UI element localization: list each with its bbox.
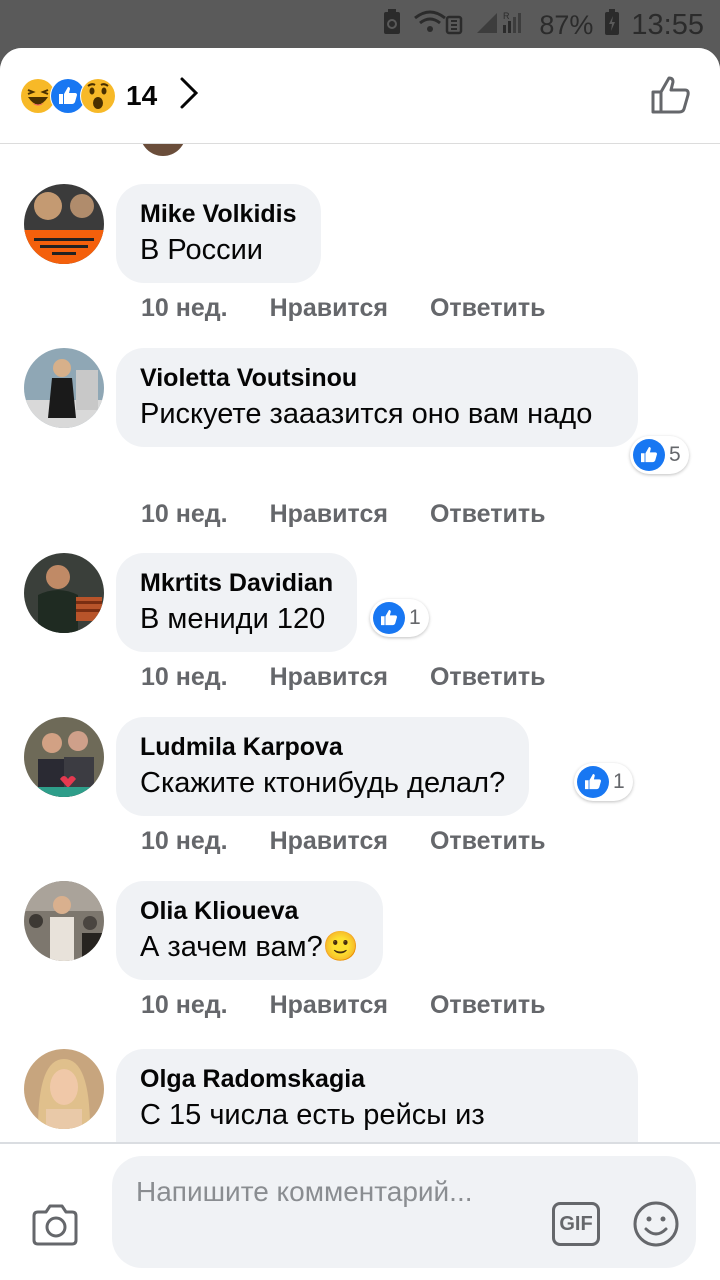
comment-time: 10 нед. — [141, 827, 228, 855]
comment-bubble[interactable]: Ludmila Karpova Скажите ктонибудь делал? — [116, 717, 530, 816]
recycle-notification-icon — [383, 8, 401, 42]
gif-button[interactable]: GIF — [552, 1202, 600, 1246]
comment-like-badge[interactable]: 5 — [630, 436, 689, 474]
reactions-summary[interactable]: 14 — [20, 76, 199, 115]
comment-like-badge[interactable]: 1 — [370, 599, 429, 637]
comment-author[interactable]: Olga Radomskagia — [140, 1063, 614, 1095]
comment-text: В России — [140, 234, 263, 266]
battery-charging-icon — [605, 8, 620, 42]
reaction-count: 14 — [126, 79, 158, 111]
like-link[interactable]: Нравится — [270, 294, 388, 323]
comment-text: В мениди 120 — [140, 603, 326, 635]
comment-author[interactable]: Olia Klioueva — [140, 895, 359, 927]
comment-time: 10 нед. — [141, 663, 228, 691]
avatar[interactable] — [24, 184, 104, 264]
status-icons: R 87% 13:55 — [383, 8, 704, 42]
comment-bubble[interactable]: Violetta Voutsinou Рискуете зааазится он… — [116, 348, 638, 447]
comment-time: 10 нед. — [141, 991, 228, 1019]
like-link[interactable]: Нравится — [270, 827, 388, 856]
reactions-header: 14 — [0, 48, 720, 144]
comment-bubble[interactable]: Olga Radomskagia С 15 числа есть рейсы и… — [116, 1049, 638, 1144]
like-count: 5 — [669, 443, 681, 466]
avatar[interactable] — [24, 717, 104, 797]
comment-input[interactable] — [112, 1156, 696, 1268]
comment-actions: 10 нед. Нравится Ответить — [141, 294, 545, 323]
comment-bubble[interactable]: Mike Volkidis В России — [116, 184, 321, 283]
reply-link[interactable]: Ответить — [430, 827, 546, 856]
reply-link[interactable]: Ответить — [430, 500, 546, 529]
comment-author[interactable]: Mike Volkidis — [140, 198, 297, 230]
status-bar: R 87% 13:55 — [0, 0, 720, 48]
camera-button[interactable] — [30, 1204, 80, 1251]
clock: 13:55 — [631, 8, 704, 41]
comment-list: Mike Volkidis В России 10 нед. Нравится … — [0, 144, 720, 1144]
comment-actions: 10 нед. Нравится Ответить — [141, 827, 545, 856]
comment-text: С 15 числа есть рейсы из — [140, 1099, 485, 1131]
avatar[interactable] — [24, 348, 104, 428]
comments-sheet: 14 Mike Volkidis В России 10 нед. Нравит… — [0, 48, 720, 1280]
comment-actions: 10 нед. Нравится Ответить — [141, 991, 545, 1020]
like-post-button[interactable] — [650, 74, 692, 121]
smiley-emoji: 🙂 — [322, 931, 359, 963]
chevron-right-icon — [179, 76, 199, 115]
like-reaction-icon — [633, 439, 665, 471]
comment-actions: 10 нед. Нравится Ответить — [141, 663, 545, 692]
like-link[interactable]: Нравится — [270, 991, 388, 1020]
comment-author[interactable]: Violetta Voutsinou — [140, 362, 614, 394]
thumbs-up-outline-icon — [651, 76, 690, 114]
signal-icon: R — [475, 9, 527, 42]
svg-text:R: R — [503, 11, 510, 21]
like-link[interactable]: Нравится — [270, 663, 388, 692]
wow-reaction-icon — [80, 77, 116, 114]
avatar[interactable] — [24, 553, 104, 633]
emoji-button[interactable] — [632, 1200, 680, 1253]
like-count: 1 — [613, 770, 625, 793]
comment-time: 10 нед. — [141, 500, 228, 528]
comment-bubble[interactable]: Olia Klioueva А зачем вам?🙂 — [116, 881, 383, 980]
camera-icon — [32, 1204, 78, 1246]
wifi-icon — [413, 9, 463, 42]
reply-link[interactable]: Ответить — [430, 294, 546, 323]
comment-time: 10 нед. — [141, 294, 228, 322]
comment-author[interactable]: Mkrtits Davidian — [140, 567, 333, 599]
comment-bubble[interactable]: Mkrtits Davidian В мениди 120 — [116, 553, 358, 652]
comment-text: А зачем вам? — [140, 931, 323, 963]
comment-text-row: А зачем вам?🙂 — [140, 927, 359, 968]
comment-composer: GIF — [0, 1142, 720, 1280]
reply-link[interactable]: Ответить — [430, 991, 546, 1020]
comment-text: Скажите ктонибудь делал? — [140, 767, 506, 799]
like-link[interactable]: Нравится — [270, 500, 388, 529]
comment-author[interactable]: Ludmila Karpova — [140, 731, 505, 763]
avatar[interactable] — [24, 881, 104, 961]
comment-like-badge[interactable]: 1 — [574, 763, 633, 801]
like-reaction-icon — [373, 602, 405, 634]
like-reaction-icon — [577, 766, 609, 798]
reply-link[interactable]: Ответить — [430, 663, 546, 692]
like-count: 1 — [409, 606, 421, 629]
comment-text: Рискуете зааазится оно вам надо — [140, 398, 593, 430]
smiley-icon — [633, 1201, 679, 1247]
avatar[interactable] — [24, 1049, 104, 1129]
battery-percent: 87% — [539, 9, 594, 40]
comment-actions: 10 нед. Нравится Ответить — [141, 500, 545, 529]
